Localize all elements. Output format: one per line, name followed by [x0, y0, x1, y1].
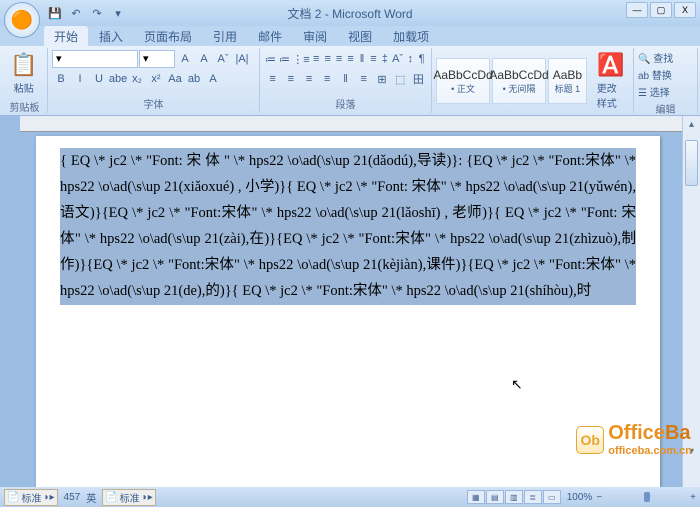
- horizontal-ruler[interactable]: [20, 116, 682, 132]
- group-clipboard-label: 剪贴板: [6, 99, 43, 114]
- minimize-button[interactable]: —: [626, 2, 648, 18]
- para-btn-r1-9[interactable]: ‡: [380, 50, 390, 68]
- shrink-font-button[interactable]: A: [195, 50, 213, 68]
- office-button[interactable]: 🟠: [4, 2, 40, 38]
- qat-save-icon[interactable]: 💾: [46, 4, 64, 22]
- close-button[interactable]: X: [674, 2, 696, 18]
- para-btn-r2-6[interactable]: ⊞: [373, 70, 390, 88]
- tab-mail[interactable]: 邮件: [248, 26, 292, 46]
- replace-button[interactable]: ab 替换: [638, 67, 693, 82]
- tab-home[interactable]: 开始: [44, 26, 88, 46]
- paste-label: 粘贴: [14, 80, 34, 95]
- view-print-icon[interactable]: ▦: [467, 490, 485, 504]
- bold-button[interactable]: B: [52, 70, 70, 88]
- qat-redo-icon[interactable]: ↷: [88, 4, 106, 22]
- para-btn-r1-10[interactable]: Aˇ: [391, 50, 404, 68]
- status-count: 457: [64, 492, 81, 503]
- para-btn-r1-12[interactable]: ¶: [417, 50, 427, 68]
- style-item[interactable]: AaBbCcDd• 无间隔: [492, 58, 546, 104]
- para-btn-r1-2[interactable]: ⋮≡: [292, 50, 310, 68]
- para-btn-r2-0[interactable]: ≡: [264, 70, 281, 88]
- view-draft-icon[interactable]: ▭: [543, 490, 561, 504]
- tab-view[interactable]: 视图: [338, 26, 382, 46]
- subscript-button[interactable]: x₂: [128, 70, 146, 88]
- group-edit-label: 编辑: [638, 101, 693, 116]
- zoom-in-button[interactable]: +: [690, 492, 696, 503]
- select-button[interactable]: ☰ 选择: [638, 84, 693, 99]
- change-case-button[interactable]: Aa: [166, 70, 184, 88]
- group-para-label: 段落: [264, 96, 427, 111]
- para-btn-r2-5[interactable]: ≡: [355, 70, 372, 88]
- tab-addins[interactable]: 加载项: [383, 26, 439, 46]
- tab-review[interactable]: 审阅: [293, 26, 337, 46]
- qat-more-icon[interactable]: ▾: [109, 4, 127, 22]
- watermark: Ob OfficeBa officeba.com.cn: [576, 422, 692, 457]
- style-item[interactable]: AaBbCcDd• 正文: [436, 58, 490, 104]
- para-btn-r1-7[interactable]: ‖: [357, 50, 367, 68]
- change-style-label: 更改样式: [597, 80, 625, 110]
- document-page[interactable]: { EQ \* jc2 \* "Font: 宋 体 " \* hps22 \o\…: [36, 136, 660, 487]
- clear-format-button[interactable]: Aˇ: [214, 50, 232, 68]
- para-btn-r2-3[interactable]: ≡: [319, 70, 336, 88]
- zoom-slider[interactable]: [606, 495, 686, 499]
- qat-undo-icon[interactable]: ↶: [67, 4, 85, 22]
- para-btn-r1-8[interactable]: ≡: [368, 50, 378, 68]
- change-style-icon: 🅰️: [597, 52, 624, 78]
- para-btn-r1-11[interactable]: ↕: [405, 50, 415, 68]
- selected-text[interactable]: { EQ \* jc2 \* "Font: 宋 体 " \* hps22 \o\…: [60, 148, 636, 305]
- para-btn-r1-1[interactable]: ≔: [278, 50, 291, 68]
- style-item[interactable]: AaBb标题 1: [548, 58, 587, 104]
- font-color-button[interactable]: A: [204, 70, 222, 88]
- char-border-button[interactable]: |A|: [233, 50, 251, 68]
- para-btn-r2-1[interactable]: ≡: [282, 70, 299, 88]
- tab-reference[interactable]: 引用: [203, 26, 247, 46]
- para-btn-r1-6[interactable]: ≡: [345, 50, 355, 68]
- status-tag-1[interactable]: 📄标准◗▸: [4, 489, 58, 506]
- grow-font-button[interactable]: A: [176, 50, 194, 68]
- watermark-logo-icon: Ob: [576, 426, 604, 454]
- maximize-button[interactable]: ▢: [650, 2, 672, 18]
- font-size-select[interactable]: ▾: [139, 50, 175, 68]
- strike-button[interactable]: abe: [109, 70, 127, 88]
- zoom-pct[interactable]: 100%: [567, 492, 593, 503]
- superscript-button[interactable]: x²: [147, 70, 165, 88]
- para-btn-r1-3[interactable]: ≡: [311, 50, 321, 68]
- underline-button[interactable]: U: [90, 70, 108, 88]
- tab-insert[interactable]: 插入: [89, 26, 133, 46]
- view-outline-icon[interactable]: ≣: [524, 490, 542, 504]
- change-style-button[interactable]: 🅰️ 更改样式: [593, 50, 629, 112]
- group-font-label: 字体: [52, 96, 255, 111]
- para-btn-r1-0[interactable]: ≔: [264, 50, 277, 68]
- para-btn-r2-8[interactable]: 田: [410, 70, 427, 88]
- scroll-thumb[interactable]: [685, 140, 698, 186]
- window-title: 文档 2 - Microsoft Word: [287, 5, 412, 22]
- tab-layout[interactable]: 页面布局: [134, 26, 202, 46]
- status-lang[interactable]: 英: [86, 490, 96, 505]
- para-btn-r2-4[interactable]: ‖: [337, 70, 354, 88]
- italic-button[interactable]: I: [71, 70, 89, 88]
- view-web-icon[interactable]: ▥: [505, 490, 523, 504]
- para-btn-r1-4[interactable]: ≡: [322, 50, 332, 68]
- para-btn-r2-2[interactable]: ≡: [300, 70, 317, 88]
- view-read-icon[interactable]: ▤: [486, 490, 504, 504]
- status-tag-2[interactable]: 📄标准◗▸: [102, 489, 156, 506]
- paste-button[interactable]: 📋 粘贴: [6, 50, 41, 97]
- find-button[interactable]: 🔍 查找: [638, 50, 693, 65]
- para-btn-r1-5[interactable]: ≡: [334, 50, 344, 68]
- scroll-up-icon[interactable]: ▴: [683, 116, 700, 132]
- clipboard-icon: 📋: [10, 52, 37, 78]
- highlight-button[interactable]: ab: [185, 70, 203, 88]
- font-family-select[interactable]: ▾: [52, 50, 138, 68]
- zoom-out-button[interactable]: −: [596, 492, 602, 503]
- para-btn-r2-7[interactable]: ⬚: [392, 70, 409, 88]
